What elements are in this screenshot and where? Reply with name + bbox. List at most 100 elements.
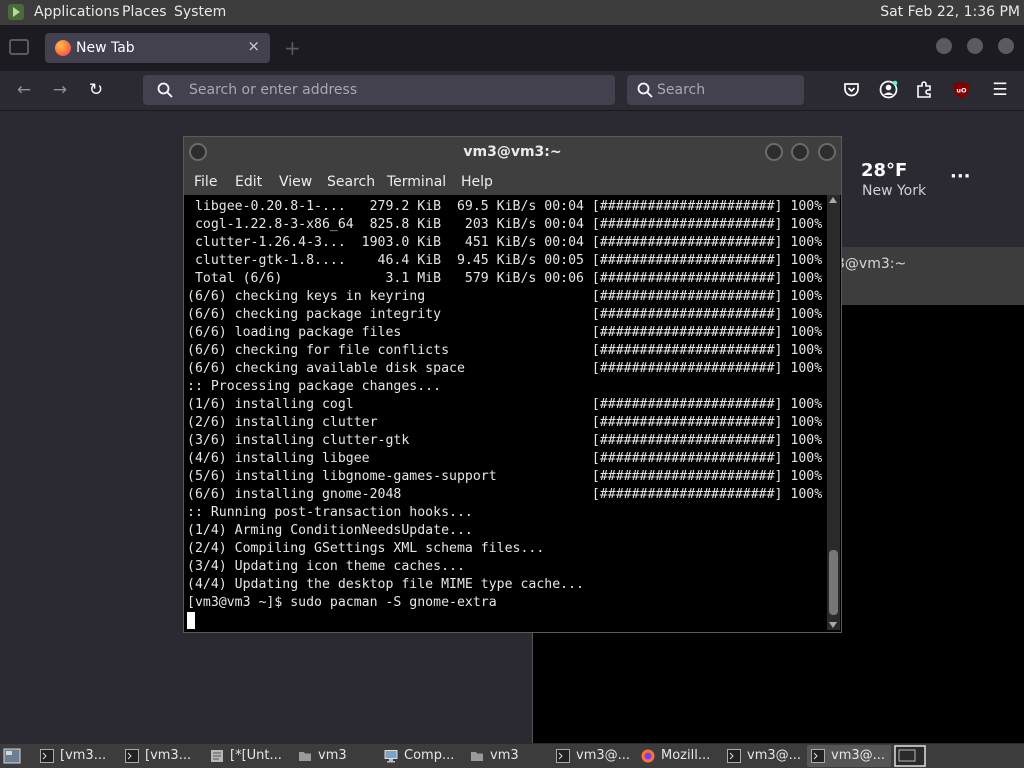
taskbar-item[interactable]: [vm3... xyxy=(121,745,201,767)
gnome-foot-icon[interactable] xyxy=(7,3,25,21)
close-tab-icon[interactable]: × xyxy=(247,37,260,55)
weather-menu-icon[interactable]: ··· xyxy=(950,166,971,187)
taskbar-item-label: vm3 xyxy=(490,748,519,763)
tab-new-tab[interactable]: New Tab × xyxy=(45,33,270,63)
terminal-line: (6/6) checking keys in keyring [########… xyxy=(187,289,823,304)
clock[interactable]: Sat Feb 22, 1:36 PM xyxy=(880,4,1020,20)
terminal-line: cogl-1.22.8-3-x86_64 825.8 KiB 203 KiB/s… xyxy=(187,217,823,232)
computer-icon xyxy=(384,750,398,763)
close-window-icon[interactable] xyxy=(998,38,1014,54)
taskbar-item[interactable]: Comp... xyxy=(380,745,460,767)
terminal-output[interactable]: libgee-0.20.8-1-... 279.2 KiB 69.5 KiB/s… xyxy=(187,198,823,630)
menu-help[interactable]: Help xyxy=(461,174,493,190)
terminal-line: (6/6) checking for file conflicts [#####… xyxy=(187,343,823,358)
terminal-window[interactable]: vm3@vm3:~ File Edit View Search Terminal… xyxy=(183,136,842,633)
taskbar-item-label: vm3@... xyxy=(747,748,802,763)
taskbar-item-active[interactable]: vm3@... xyxy=(807,745,891,767)
folder-icon xyxy=(299,752,311,761)
terminal-line: :: Processing package changes... xyxy=(187,379,442,394)
minimize-icon[interactable] xyxy=(765,143,783,161)
terminal-line: (3/4) Updating icon theme caches... xyxy=(187,559,465,574)
taskbar-item-label: [*[Unt... xyxy=(230,748,282,763)
maximize-window-icon[interactable] xyxy=(967,38,983,54)
taskbar-item[interactable]: vm3@... xyxy=(723,745,803,767)
taskbar-item[interactable]: vm3@... xyxy=(552,745,632,767)
terminal-line: (2/4) Compiling GSettings XML schema fil… xyxy=(187,541,545,556)
firefox-icon xyxy=(641,749,655,763)
taskbar-item-label: [vm3... xyxy=(145,748,192,763)
terminal-line: Total (6/6) 3.1 MiB 579 KiB/s 00:06 [###… xyxy=(187,271,823,286)
minimize-window-icon[interactable] xyxy=(936,38,952,54)
search-bar[interactable]: Search xyxy=(627,75,804,105)
taskbar-item[interactable]: [vm3... xyxy=(36,745,116,767)
terminal-icon xyxy=(125,749,139,763)
extensions-icon[interactable] xyxy=(915,80,934,99)
terminal-icon xyxy=(811,749,825,763)
taskbar: [vm3... [vm3... [*[Unt... vm3 Comp... vm… xyxy=(0,744,1024,768)
show-desktop-icon[interactable] xyxy=(3,748,21,764)
taskbar-item-label: vm3 xyxy=(318,748,347,763)
tab-list-icon[interactable] xyxy=(9,38,29,56)
workspace-switcher-icon[interactable] xyxy=(894,745,926,767)
weather-temperature[interactable]: 28°F xyxy=(861,160,907,181)
terminal-line: (1/4) Arming ConditionNeedsUpdate... xyxy=(187,523,473,538)
terminal-line: (6/6) installing gnome-2048 [###########… xyxy=(187,487,823,502)
maximize-icon[interactable] xyxy=(791,143,809,161)
taskbar-item[interactable]: vm3 xyxy=(466,745,536,767)
terminal-line: (1/6) installing cogl [#################… xyxy=(187,397,823,412)
back-icon[interactable]: ← xyxy=(13,79,35,101)
terminal-title: vm3@vm3:~ xyxy=(463,144,562,160)
taskbar-item-label: vm3@... xyxy=(576,748,631,763)
new-tab-plus-icon[interactable]: + xyxy=(284,36,301,60)
scroll-down-icon[interactable] xyxy=(829,622,837,628)
taskbar-item[interactable]: [*[Unt... xyxy=(206,745,290,767)
terminal-menubar: File Edit View Search Terminal Help xyxy=(184,167,841,195)
account-icon[interactable] xyxy=(879,80,898,99)
text-editor-icon xyxy=(211,750,223,762)
terminal-titlebar[interactable]: vm3@vm3:~ xyxy=(184,137,841,167)
app-menu-icon[interactable]: ☰ xyxy=(989,79,1011,101)
menu-terminal[interactable]: Terminal xyxy=(387,174,446,190)
terminal-scrollbar[interactable] xyxy=(827,195,840,630)
url-placeholder: Search or enter address xyxy=(189,82,358,98)
terminal-line: libgee-0.20.8-1-... 279.2 KiB 69.5 KiB/s… xyxy=(187,199,823,214)
terminal-line: (4/4) Updating the desktop file MIME typ… xyxy=(187,577,584,592)
svg-text:uO: uO xyxy=(956,87,967,95)
taskbar-item[interactable]: vm3 xyxy=(294,745,364,767)
close-icon[interactable] xyxy=(818,143,836,161)
menu-places[interactable]: Places xyxy=(122,4,167,20)
taskbar-item[interactable]: Mozill... xyxy=(637,745,717,767)
menu-applications[interactable]: Applications xyxy=(34,4,120,20)
terminal-icon xyxy=(40,749,54,763)
firefox-icon xyxy=(55,40,71,56)
terminal-line: (2/6) installing clutter [##############… xyxy=(187,415,823,430)
menu-file[interactable]: File xyxy=(194,174,217,190)
url-bar[interactable]: Search or enter address xyxy=(143,75,615,105)
pocket-icon[interactable] xyxy=(843,81,860,98)
reload-icon[interactable]: ↻ xyxy=(85,79,107,101)
search-placeholder: Search xyxy=(657,82,706,98)
menu-view[interactable]: View xyxy=(279,174,312,190)
forward-icon[interactable]: → xyxy=(49,79,71,101)
terminal-line: (4/6) installing libgee [###############… xyxy=(187,451,823,466)
terminal-line: :: Running post-transaction hooks... xyxy=(187,505,473,520)
terminal-icon xyxy=(727,749,741,763)
menu-edit[interactable]: Edit xyxy=(235,174,262,190)
search-icon xyxy=(157,82,173,98)
text-cursor xyxy=(187,612,195,629)
taskbar-item-label: [vm3... xyxy=(60,748,107,763)
menu-search[interactable]: Search xyxy=(327,174,375,190)
weather-location[interactable]: New York xyxy=(862,183,926,199)
terminal-line: (6/6) checking package integrity [######… xyxy=(187,307,823,322)
scroll-up-icon[interactable] xyxy=(829,197,837,203)
terminal-line: (6/6) loading package files [###########… xyxy=(187,325,823,340)
menu-system[interactable]: System xyxy=(174,4,226,20)
top-panel: Applications Places System Sat Feb 22, 1… xyxy=(0,0,1024,25)
scrollbar-thumb[interactable] xyxy=(829,550,838,615)
terminal-line: clutter-gtk-1.8.... 46.4 KiB 9.45 KiB/s … xyxy=(187,253,823,268)
folder-icon xyxy=(471,752,483,761)
terminal-line: clutter-1.26.4-3... 1903.0 KiB 451 KiB/s… xyxy=(187,235,823,250)
ublock-origin-icon[interactable]: uO xyxy=(952,80,971,99)
terminal-line: (6/6) checking available disk space [###… xyxy=(187,361,823,376)
taskbar-item-label: vm3@... xyxy=(831,748,886,763)
